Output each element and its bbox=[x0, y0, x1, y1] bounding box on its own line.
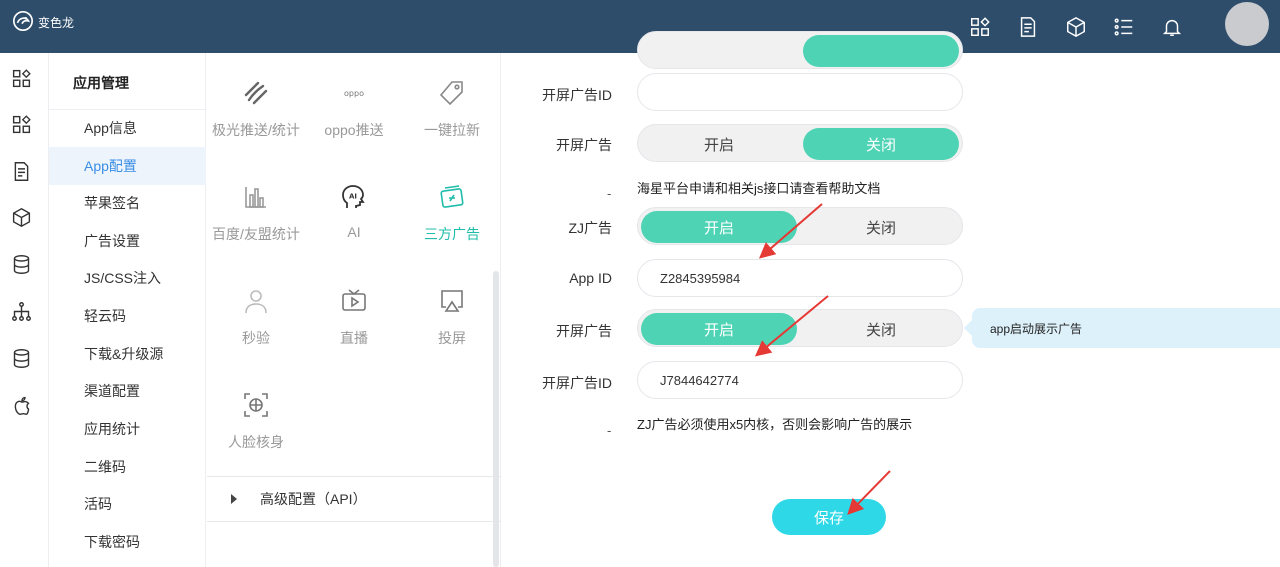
splash-ad-label: 开屏广告 bbox=[556, 323, 612, 339]
save-button[interactable]: 保存 bbox=[772, 499, 886, 535]
icon-rail bbox=[0, 53, 49, 567]
splash-ad-id-label: 开屏广告ID bbox=[542, 87, 612, 103]
module-label: 百度/友盟统计 bbox=[212, 226, 300, 242]
tag-icon bbox=[436, 77, 468, 109]
apple-icon[interactable] bbox=[9, 393, 33, 417]
avatar[interactable] bbox=[1225, 2, 1269, 46]
module-label: AI bbox=[347, 224, 361, 240]
bar-chart-icon bbox=[240, 181, 272, 213]
cube-icon[interactable] bbox=[9, 205, 33, 229]
ad-card-icon bbox=[436, 181, 468, 213]
apps-grid-icon[interactable] bbox=[9, 66, 33, 90]
toggle-off-option[interactable] bbox=[803, 35, 959, 67]
module-label: oppo推送 bbox=[324, 122, 384, 138]
toggle-off-option[interactable]: 关闭 bbox=[803, 211, 959, 243]
cube-icon[interactable] bbox=[1060, 11, 1092, 43]
menu-item-app-config[interactable]: App配置 bbox=[49, 147, 206, 185]
app-id-input[interactable]: Z2845395984 bbox=[637, 259, 963, 297]
ad-config-form: 开屏广告ID 开屏广告 开启 关闭 - 海星平台申请和相关js接口请查看帮助文档… bbox=[502, 31, 1280, 567]
oppo-logo-icon: oppo bbox=[338, 77, 370, 109]
menu-item-download-upgrade[interactable]: 下载&升级源 bbox=[49, 335, 206, 373]
menu-item-channel-config[interactable]: 渠道配置 bbox=[49, 372, 206, 410]
toggle-on-option[interactable]: 开启 bbox=[641, 313, 797, 345]
list-icon[interactable] bbox=[1108, 11, 1140, 43]
splash-ad-id-input[interactable] bbox=[637, 73, 963, 111]
module-ai[interactable]: AI AI bbox=[305, 157, 403, 261]
module-live[interactable]: 直播 bbox=[305, 261, 403, 365]
splash-ad-tooltip: app启动展示广告 bbox=[964, 308, 1280, 348]
app-management-menu: 应用管理 App信息 App配置 苹果签名 广告设置 JS/CSS注入 轻云码 … bbox=[49, 53, 206, 567]
toggle-off-option[interactable]: 关闭 bbox=[803, 128, 959, 160]
splash-ad-label: 开屏广告 bbox=[556, 137, 612, 153]
menu-item-qrcode[interactable]: 二维码 bbox=[49, 448, 206, 486]
cast-icon bbox=[436, 285, 468, 317]
brand[interactable]: 变色龙 bbox=[12, 10, 74, 35]
module-label: 一键拉新 bbox=[424, 122, 480, 138]
advanced-config-row[interactable]: 高级配置（API） bbox=[207, 476, 501, 522]
menu-item-app-info[interactable]: App信息 bbox=[49, 109, 206, 147]
svg-text:AI: AI bbox=[349, 193, 357, 201]
module-face-verify[interactable]: 人脸核身 bbox=[207, 365, 305, 469]
splash-ad-toggle-partial[interactable] bbox=[637, 31, 963, 69]
note-dash: - bbox=[607, 423, 612, 438]
chameleon-logo-icon bbox=[12, 10, 34, 35]
apps-grid-icon[interactable] bbox=[9, 112, 33, 136]
splash-ad-toggle[interactable]: 开启 关闭 bbox=[637, 124, 963, 162]
zj-ad-toggle[interactable]: 开启 关闭 bbox=[637, 207, 963, 245]
module-instant-verify[interactable]: 秒验 bbox=[207, 261, 305, 365]
user-icon bbox=[240, 285, 272, 317]
tv-icon bbox=[338, 285, 370, 317]
module-baidu-umeng-stats[interactable]: 百度/友盟统计 bbox=[207, 157, 305, 261]
module-third-party-ads[interactable]: 三方广告 bbox=[403, 157, 501, 261]
apps-grid-icon[interactable] bbox=[964, 11, 996, 43]
module-jpush[interactable]: 极光推送/统计 bbox=[207, 53, 305, 157]
module-oppo-push[interactable]: oppo oppo推送 bbox=[305, 53, 403, 157]
menu-item-live-code[interactable]: 活码 bbox=[49, 485, 206, 523]
module-grid: 极光推送/统计 oppo oppo推送 一键拉新 百度/友盟统计 AI AI 三… bbox=[207, 53, 501, 567]
zj-ad-label: ZJ广告 bbox=[568, 220, 612, 236]
advanced-config-label: 高级配置（API） bbox=[260, 491, 367, 507]
menu-item-ad-settings[interactable]: 广告设置 bbox=[49, 222, 206, 260]
splash-ad-id-label: 开屏广告ID bbox=[542, 375, 612, 391]
module-screen-cast[interactable]: 投屏 bbox=[403, 261, 501, 365]
module-label: 极光推送/统计 bbox=[212, 122, 300, 138]
zj-x5-note: ZJ广告必须使用x5内核，否则会影响广告的展示 bbox=[637, 417, 913, 432]
database-icon[interactable] bbox=[9, 346, 33, 370]
toggle-off-option[interactable]: 关闭 bbox=[803, 313, 959, 345]
menu-item-download-password[interactable]: 下载密码 bbox=[49, 523, 206, 561]
caret-right-icon bbox=[231, 494, 237, 504]
bell-icon[interactable] bbox=[1156, 11, 1188, 43]
document-icon[interactable] bbox=[9, 159, 33, 183]
zj-splash-ad-toggle[interactable]: 开启 关闭 bbox=[637, 309, 963, 347]
brand-name: 变色龙 bbox=[38, 16, 75, 30]
app-id-label: App ID bbox=[569, 270, 612, 286]
face-scan-icon bbox=[240, 389, 272, 421]
module-label: 直播 bbox=[340, 330, 368, 346]
menu-item-js-css-inject[interactable]: JS/CSS注入 bbox=[49, 259, 206, 297]
module-label: 三方广告 bbox=[424, 226, 480, 242]
menu-title: 应用管理 bbox=[73, 75, 129, 91]
haixing-help-note: 海星平台申请和相关js接口请查看帮助文档 bbox=[637, 181, 881, 196]
module-label: 人脸核身 bbox=[228, 434, 284, 450]
toggle-on-option[interactable]: 开启 bbox=[641, 128, 797, 160]
scrollbar[interactable] bbox=[493, 271, 499, 567]
menu-item-light-cloud-code[interactable]: 轻云码 bbox=[49, 297, 206, 335]
menu-item-app-stats[interactable]: 应用统计 bbox=[49, 410, 206, 448]
toggle-on-option[interactable]: 开启 bbox=[641, 211, 797, 243]
module-label: 投屏 bbox=[438, 330, 466, 346]
ai-head-icon: AI bbox=[338, 181, 370, 213]
svg-text:oppo: oppo bbox=[344, 89, 364, 98]
note-dash: - bbox=[607, 186, 612, 201]
org-tree-icon[interactable] bbox=[9, 299, 33, 323]
jpush-icon bbox=[240, 77, 272, 109]
module-label: 秒验 bbox=[242, 330, 270, 346]
zj-splash-ad-id-input[interactable]: J7844642774 bbox=[637, 361, 963, 399]
module-one-click-acquire[interactable]: 一键拉新 bbox=[403, 53, 501, 157]
document-icon[interactable] bbox=[1012, 11, 1044, 43]
menu-item-apple-sign[interactable]: 苹果签名 bbox=[49, 184, 206, 222]
database-icon[interactable] bbox=[9, 252, 33, 276]
